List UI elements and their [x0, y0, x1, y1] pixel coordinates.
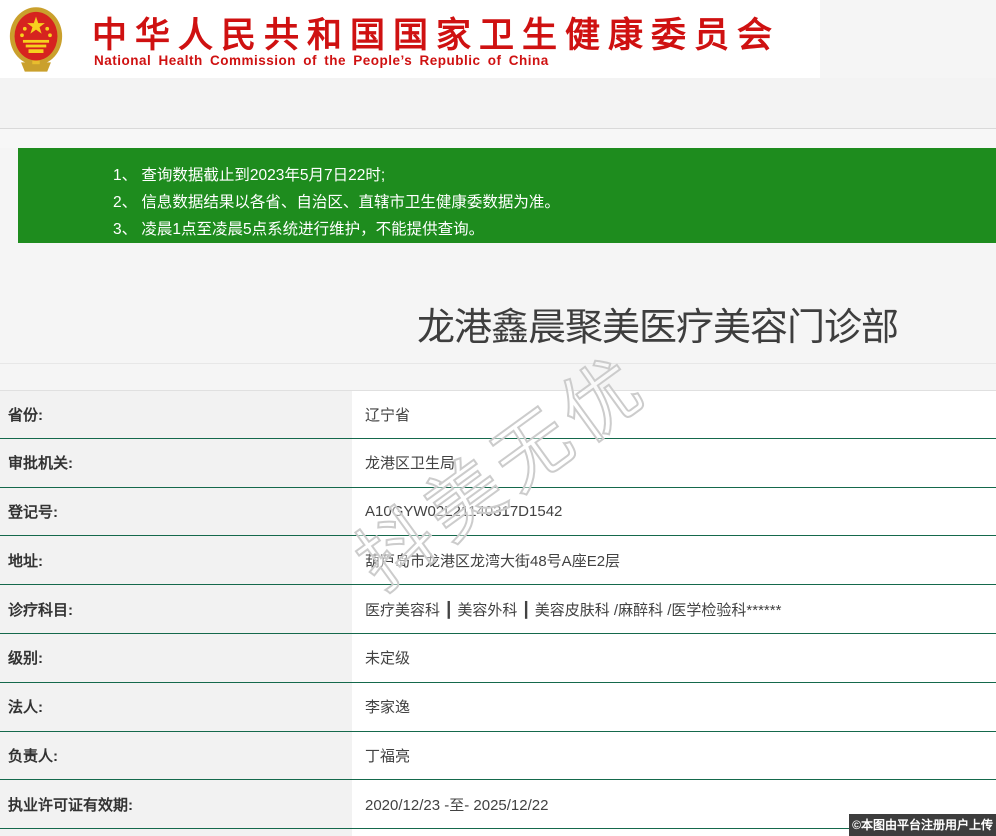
- table-row-license-validity: 执业许可证有效期: 2020/12/23 -至- 2025/12/22: [0, 780, 996, 829]
- row-label: 地址:: [0, 536, 352, 584]
- row-label: 负责人:: [0, 732, 352, 780]
- nhc-query-result-page: 中华人民共和国国家卫生健康委员会 National Health Commiss…: [0, 0, 996, 836]
- row-value: 医疗美容科 ┃ 美容外科 ┃ 美容皮肤科 /麻醉科 /医学检验科******: [352, 585, 996, 633]
- row-label: 法人:: [0, 683, 352, 731]
- pre-notice-band: [0, 129, 996, 148]
- row-value: 李家逸: [352, 683, 996, 731]
- notice-banner: 1、 查询数据截止到2023年5月7日22时; 2、 信息数据结果以各省、自治区…: [18, 148, 996, 243]
- row-label: 审批机关:: [0, 439, 352, 487]
- section-divider: [0, 363, 996, 364]
- row-value: 丁福亮: [352, 732, 996, 780]
- row-value: 未定级: [352, 634, 996, 682]
- table-row-treatment-subjects: 诊疗科目: 医疗美容科 ┃ 美容外科 ┃ 美容皮肤科 /麻醉科 /医学检验科**…: [0, 585, 996, 634]
- china-national-emblem-icon: [8, 4, 64, 74]
- table-row-address: 地址: 葫芦岛市龙港区龙湾大街48号A座E2层: [0, 536, 996, 585]
- row-label: [0, 829, 352, 836]
- row-label: 省份:: [0, 391, 352, 438]
- institution-name-title: 龙港鑫晨聚美医疗美容门诊部: [417, 296, 898, 351]
- table-row-province: 省份: 辽宁省: [0, 390, 996, 439]
- table-row-cropped: [0, 829, 996, 836]
- table-row-approval-authority: 审批机关: 龙港区卫生局: [0, 439, 996, 488]
- notice-line-2: 2、 信息数据结果以各省、自治区、直辖市卫生健康委数据为准。: [113, 189, 996, 216]
- table-row-legal-person: 法人: 李家逸: [0, 683, 996, 732]
- table-row-registration-number: 登记号: A10GYW02L21140317D1542: [0, 488, 996, 537]
- institution-info-table: 省份: 辽宁省 审批机关: 龙港区卫生局 登记号: A10GYW02L21140…: [0, 390, 996, 836]
- row-value: 辽宁省: [352, 391, 996, 438]
- row-value: A10GYW02L21140317D1542: [352, 488, 996, 536]
- site-title-chinese: 中华人民共和国国家卫生健康委员会: [92, 7, 780, 58]
- header-lower-band: [0, 78, 996, 128]
- notice-line-3: 3、 凌晨1点至凌晨5点系统进行维护，不能提供查询。: [113, 216, 996, 243]
- site-title-english: National Health Commission of the People…: [94, 53, 549, 68]
- row-label: 登记号:: [0, 488, 352, 536]
- row-label: 执业许可证有效期:: [0, 780, 352, 828]
- header-titles: 中华人民共和国国家卫生健康委员会 National Health Commiss…: [92, 0, 812, 78]
- row-label: 级别:: [0, 634, 352, 682]
- row-value: 龙港区卫生局: [352, 439, 996, 487]
- site-header: 中华人民共和国国家卫生健康委员会 National Health Commiss…: [0, 0, 820, 78]
- upload-credit-badge: ©本图由平台注册用户上传: [849, 814, 996, 836]
- row-value: 葫芦岛市龙港区龙湾大街48号A座E2层: [352, 536, 996, 584]
- notice-line-1: 1、 查询数据截止到2023年5月7日22时;: [113, 162, 996, 189]
- row-label: 诊疗科目:: [0, 585, 352, 633]
- table-row-person-in-charge: 负责人: 丁福亮: [0, 732, 996, 781]
- table-row-level: 级别: 未定级: [0, 634, 996, 683]
